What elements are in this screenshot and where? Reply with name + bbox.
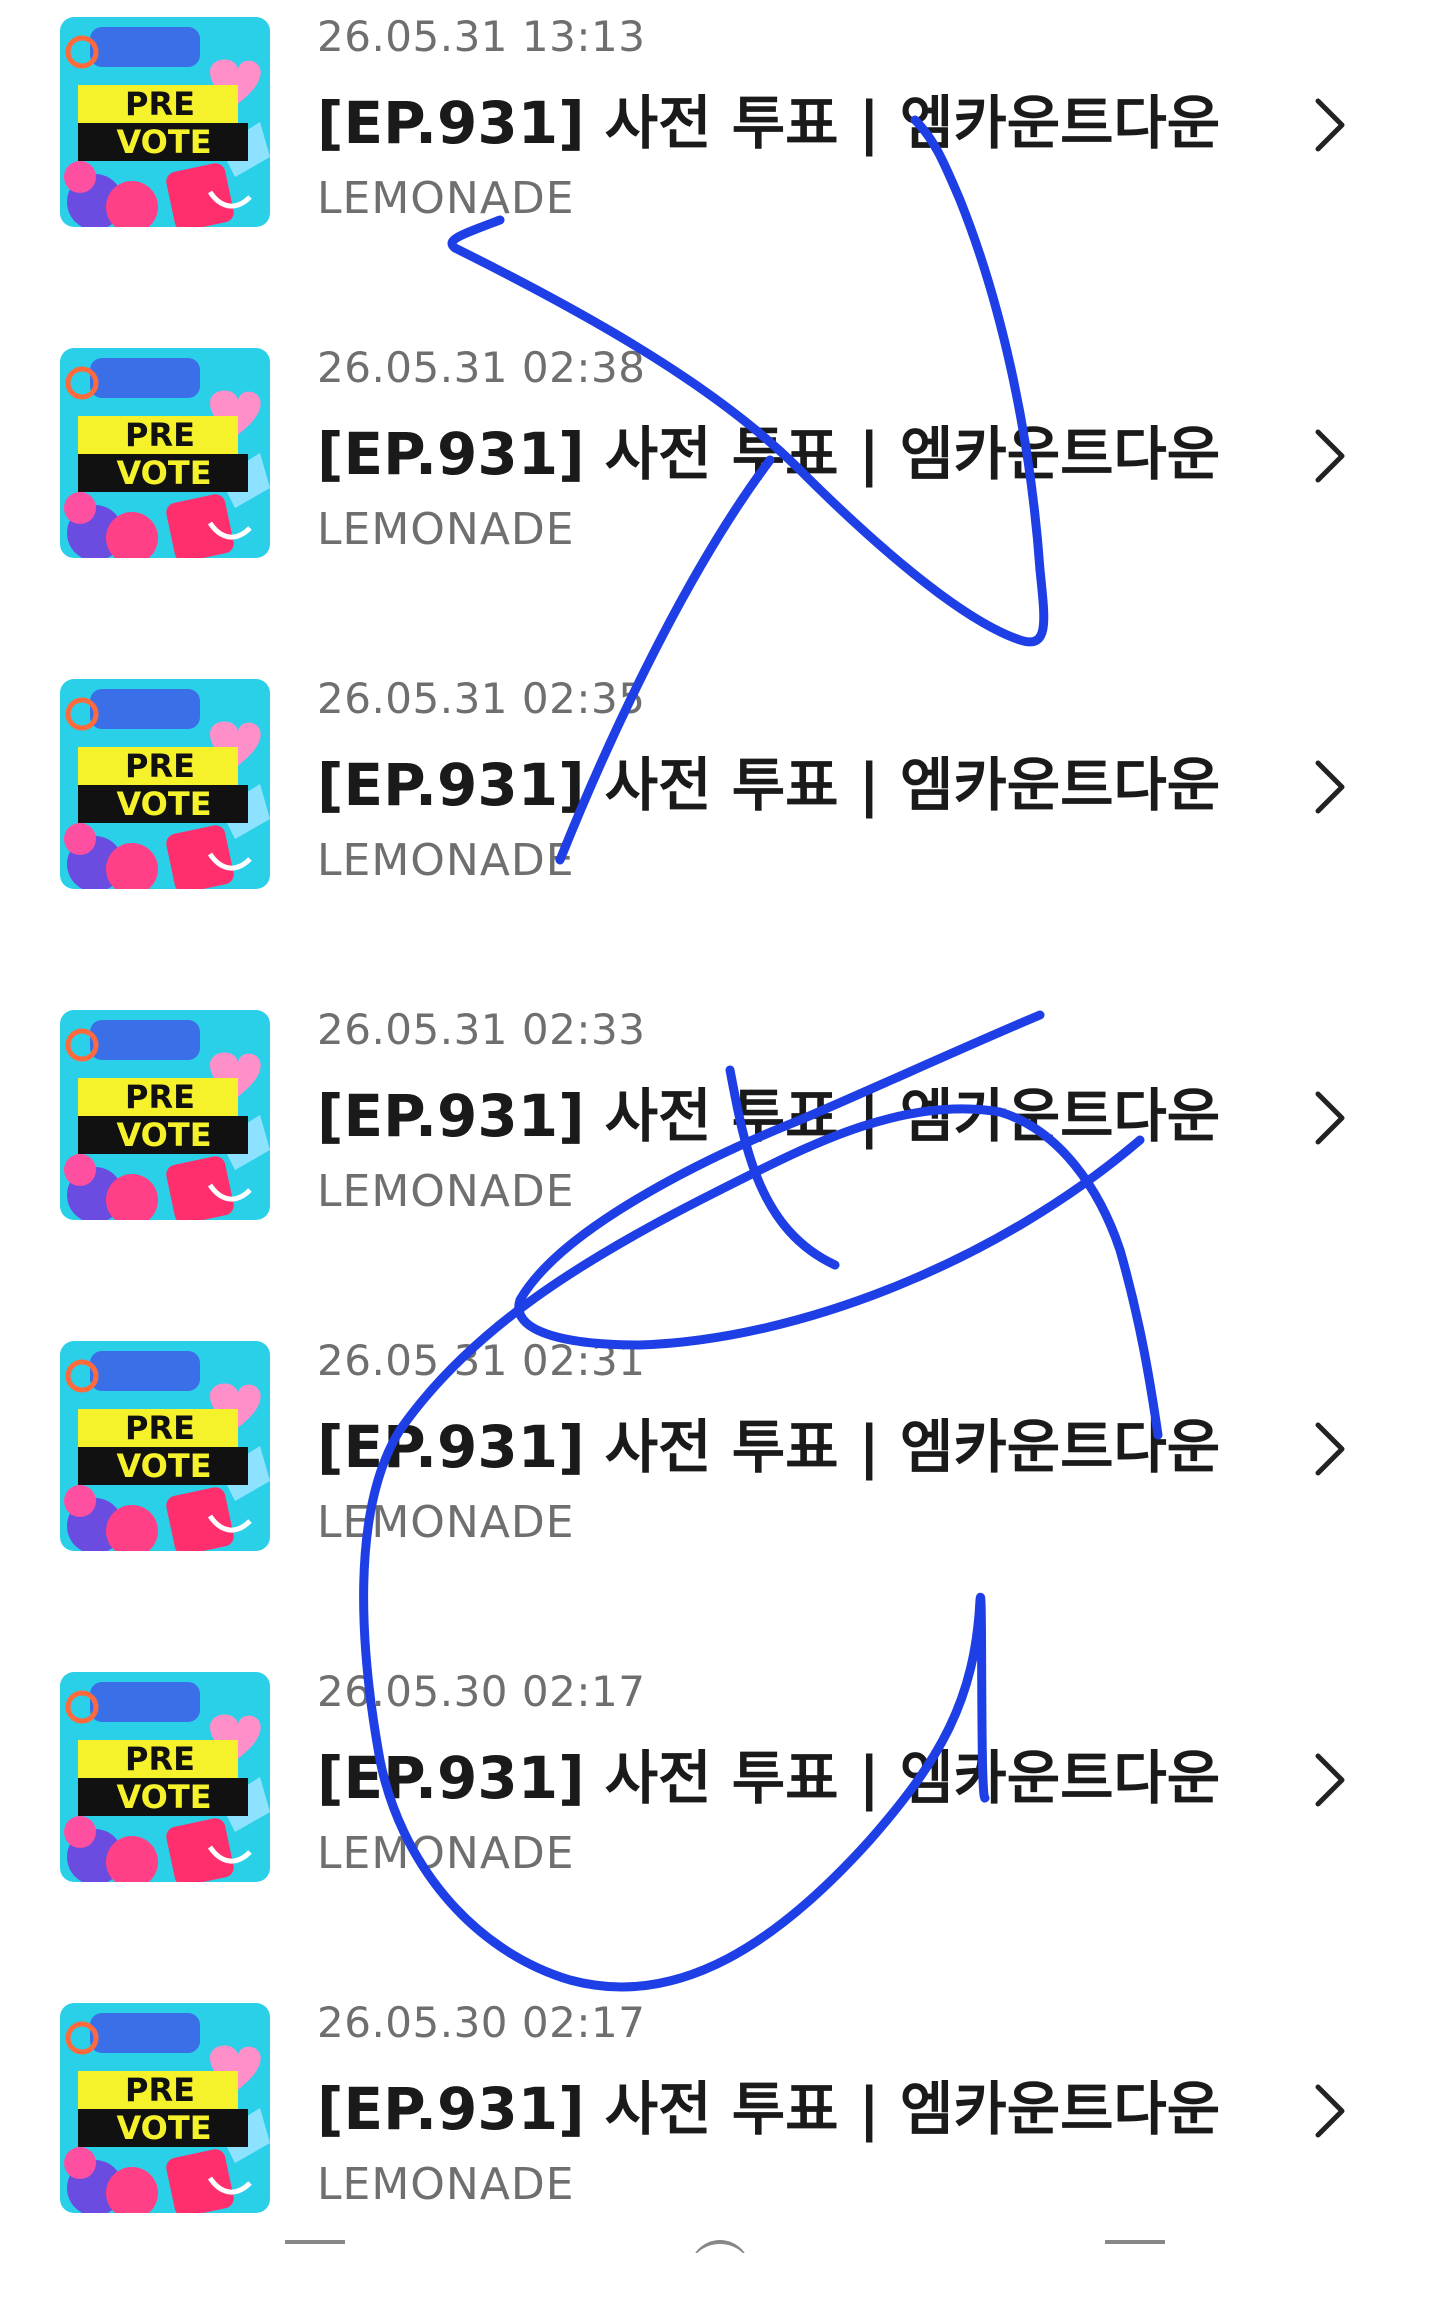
list-item[interactable]: PRE VOTE 26.05.31 02:35 [EP.931] 사전 투표 |…	[0, 662, 1439, 993]
list-item[interactable]: PRE VOTE 26.05.31 13:13 [EP.931] 사전 투표 |…	[0, 0, 1439, 331]
system-navigation-bar	[0, 2228, 1439, 2253]
item-artist: LEMONADE	[317, 1828, 575, 1879]
chevron-right-icon[interactable]	[1310, 1088, 1350, 1148]
thumb-label-line1: PRE	[125, 1078, 195, 1116]
item-date: 26.05.31 02:33	[317, 1005, 646, 1054]
recent-apps-icon[interactable]	[285, 2240, 345, 2253]
item-date: 26.05.30 02:17	[317, 1998, 646, 2047]
thumb-label-line2: VOTE	[116, 1447, 211, 1485]
item-date: 26.05.31 13:13	[317, 12, 646, 61]
item-title: [EP.931] 사전 투표 | 엠카운트다운	[317, 1413, 1221, 1481]
pre-vote-thumbnail: PRE VOTE	[60, 1341, 270, 1551]
item-artist: LEMONADE	[317, 1166, 575, 1217]
pre-vote-thumbnail: PRE VOTE	[60, 2003, 270, 2213]
pre-vote-thumbnail: PRE VOTE	[60, 1010, 270, 1220]
thumb-label-line2: VOTE	[116, 1116, 211, 1154]
thumb-label-line1: PRE	[125, 1409, 195, 1447]
thumb-label-line2: VOTE	[116, 2109, 211, 2147]
item-title: [EP.931] 사전 투표 | 엠카운트다운	[317, 1082, 1221, 1150]
item-title: [EP.931] 사전 투표 | 엠카운트다운	[317, 1744, 1221, 1812]
item-date: 26.05.31 02:35	[317, 674, 646, 723]
item-title: [EP.931] 사전 투표 | 엠카운트다운	[317, 420, 1221, 488]
list-item[interactable]: PRE VOTE 26.05.31 02:33 [EP.931] 사전 투표 |…	[0, 993, 1439, 1324]
list-item[interactable]: PRE VOTE 26.05.31 02:31 [EP.931] 사전 투표 |…	[0, 1324, 1439, 1655]
chevron-right-icon[interactable]	[1310, 95, 1350, 155]
thumb-label-line2: VOTE	[116, 785, 211, 823]
home-icon[interactable]	[690, 2240, 750, 2253]
back-icon[interactable]	[1105, 2240, 1165, 2253]
item-date: 26.05.31 02:38	[317, 343, 646, 392]
item-title: [EP.931] 사전 투표 | 엠카운트다운	[317, 89, 1221, 157]
item-date: 26.05.30 02:17	[317, 1667, 646, 1716]
thumb-label-line1: PRE	[125, 1740, 195, 1778]
chevron-right-icon[interactable]	[1310, 426, 1350, 486]
pre-vote-thumbnail: PRE VOTE	[60, 17, 270, 227]
item-date: 26.05.31 02:31	[317, 1336, 646, 1385]
item-artist: LEMONADE	[317, 173, 575, 224]
pre-vote-thumbnail: PRE VOTE	[60, 1672, 270, 1882]
item-artist: LEMONADE	[317, 2159, 575, 2210]
thumb-label-line2: VOTE	[116, 454, 211, 492]
item-artist: LEMONADE	[317, 504, 575, 555]
list-item[interactable]: PRE VOTE 26.05.30 02:17 [EP.931] 사전 투표 |…	[0, 1655, 1439, 1986]
chevron-right-icon[interactable]	[1310, 1750, 1350, 1810]
chevron-right-icon[interactable]	[1310, 757, 1350, 817]
thumb-label-line2: VOTE	[116, 123, 211, 161]
item-artist: LEMONADE	[317, 1497, 575, 1548]
thumb-label-line1: PRE	[125, 747, 195, 785]
list-item[interactable]: PRE VOTE 26.05.31 02:38 [EP.931] 사전 투표 |…	[0, 331, 1439, 662]
item-artist: LEMONADE	[317, 835, 575, 886]
thumb-label-line2: VOTE	[116, 1778, 211, 1816]
pre-vote-thumbnail: PRE VOTE	[60, 348, 270, 558]
item-title: [EP.931] 사전 투표 | 엠카운트다운	[317, 2075, 1221, 2143]
thumb-label-line1: PRE	[125, 2071, 195, 2109]
chevron-right-icon[interactable]	[1310, 1419, 1350, 1479]
item-title: [EP.931] 사전 투표 | 엠카운트다운	[317, 751, 1221, 819]
pre-vote-thumbnail: PRE VOTE	[60, 679, 270, 889]
thumb-label-line1: PRE	[125, 416, 195, 454]
chevron-right-icon[interactable]	[1310, 2081, 1350, 2141]
thumb-label-line1: PRE	[125, 85, 195, 123]
list-item[interactable]: PRE VOTE 26.05.30 02:17 [EP.931] 사전 투표 |…	[0, 1986, 1439, 2317]
